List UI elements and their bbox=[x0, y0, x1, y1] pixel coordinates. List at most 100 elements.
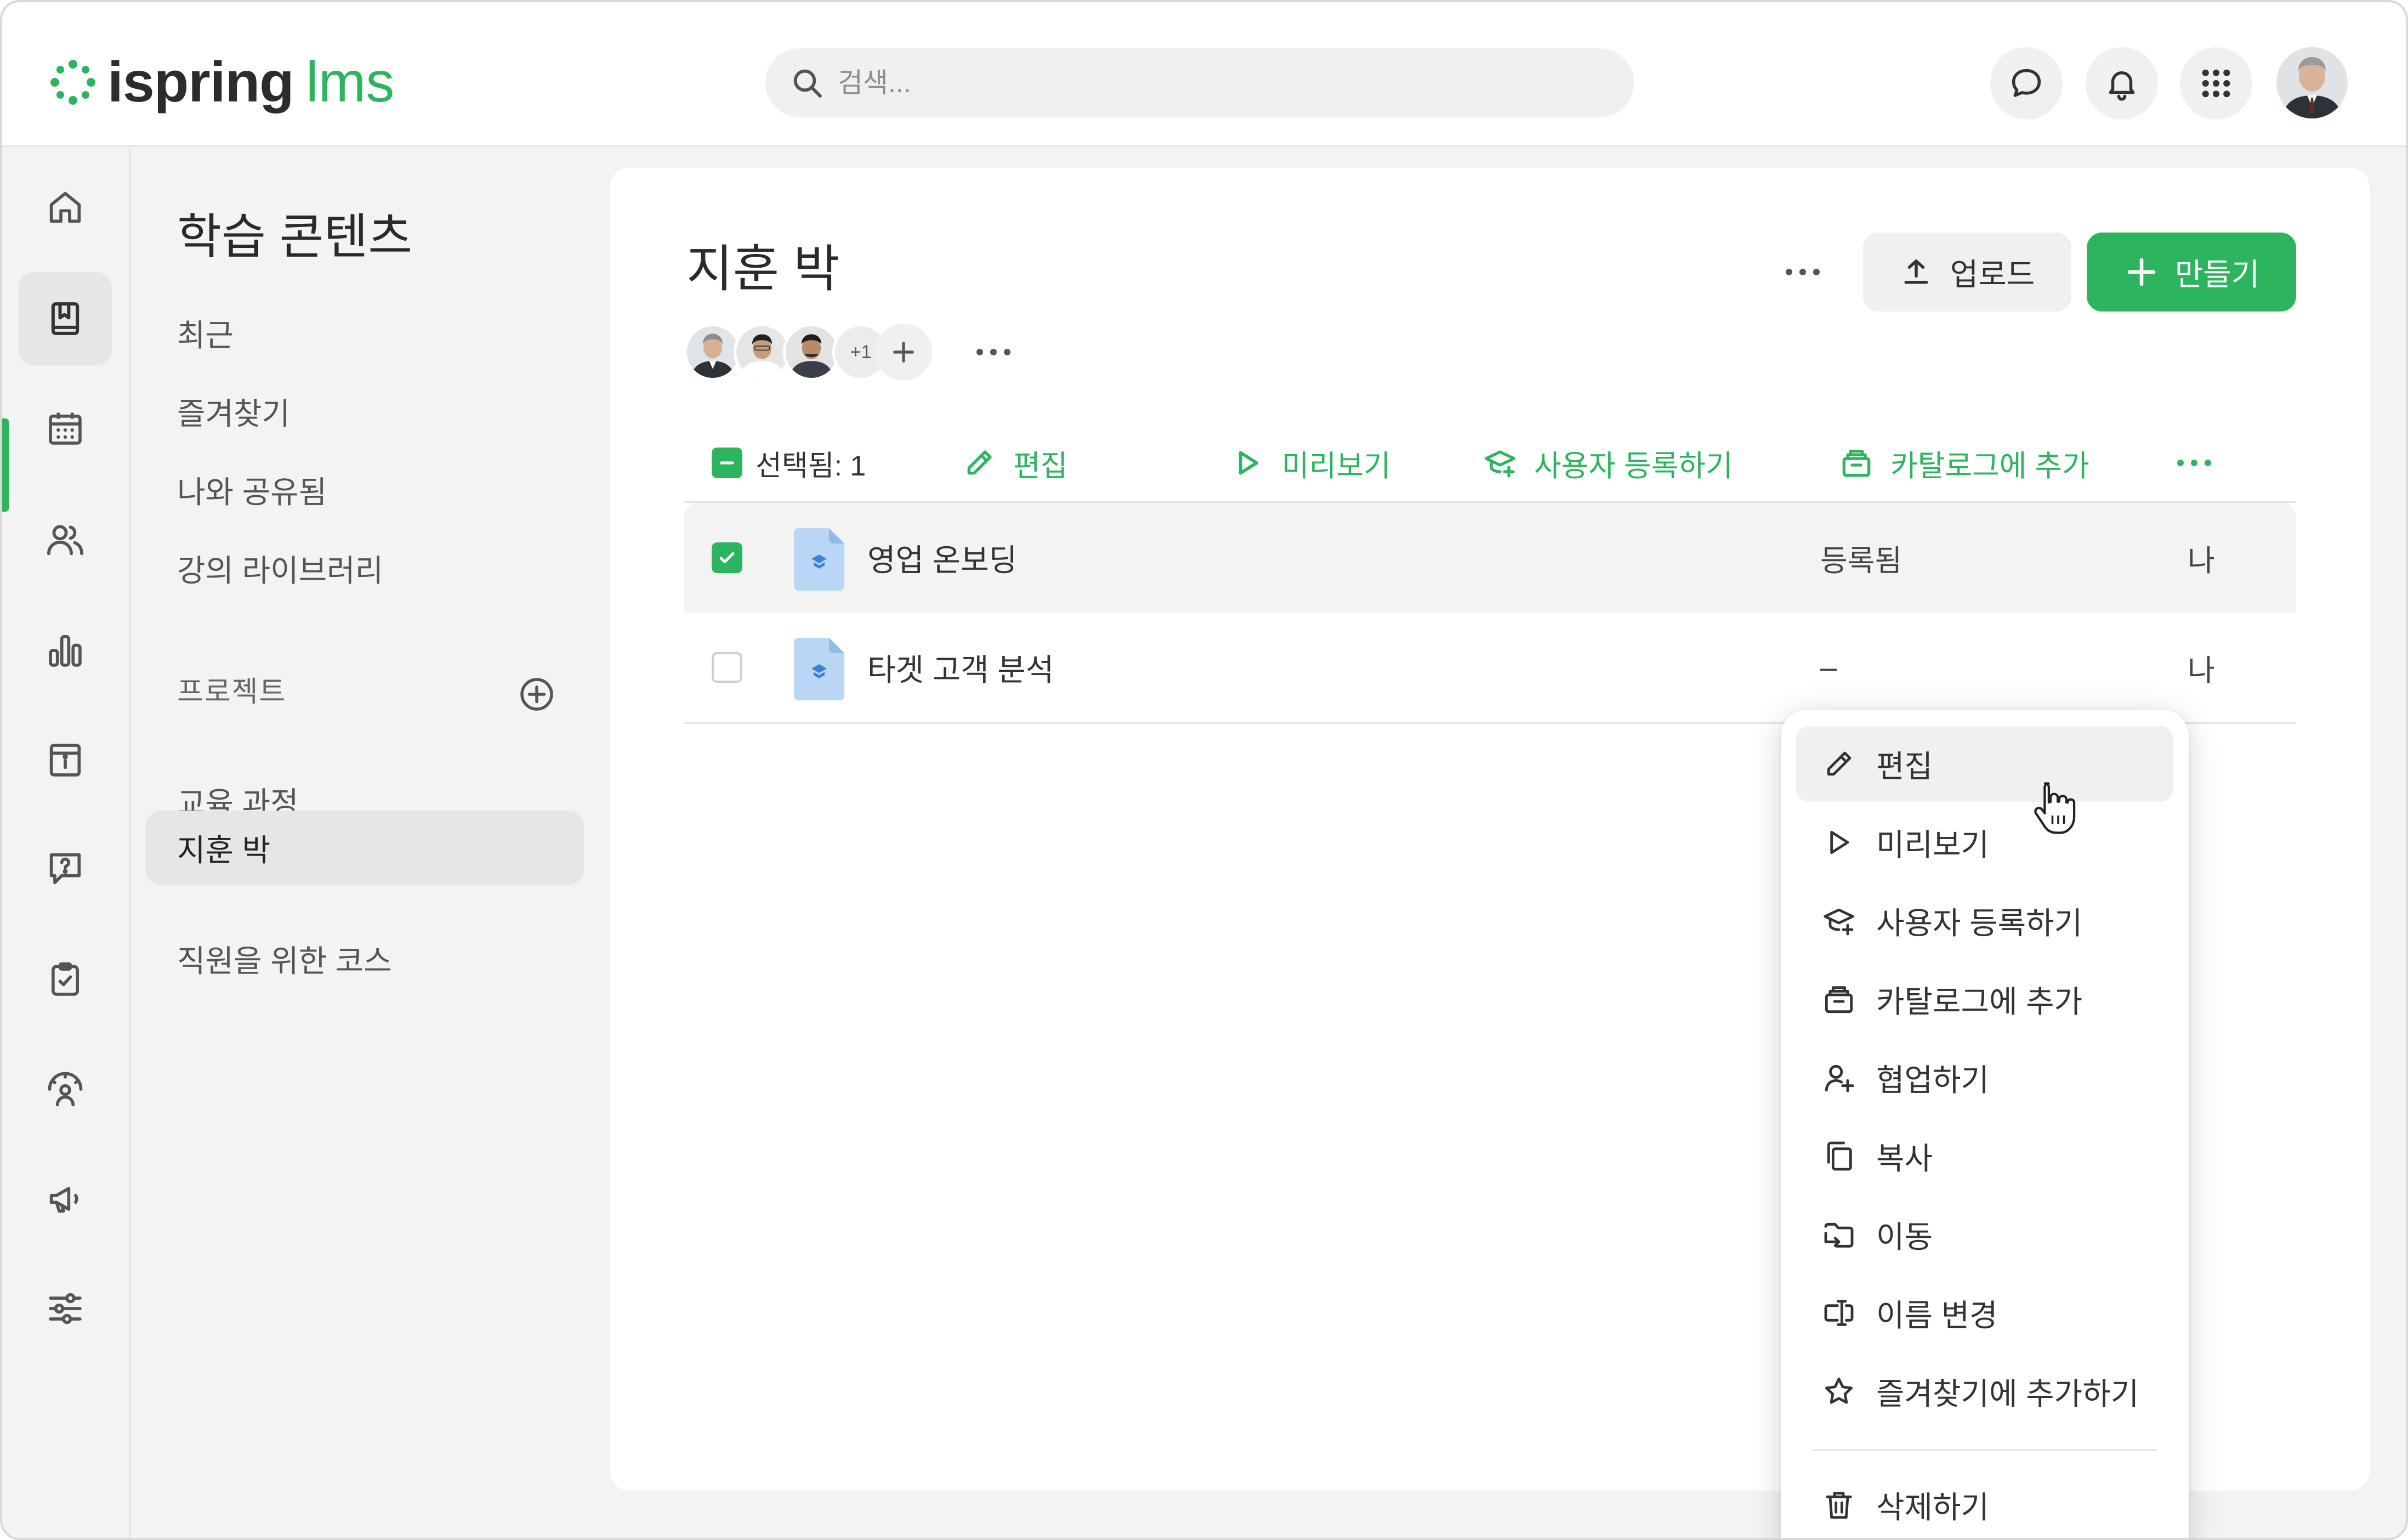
nav-project-employee-courses[interactable]: 직원을 위한 코스 bbox=[145, 921, 584, 996]
course-file-icon bbox=[794, 638, 844, 700]
table-row[interactable]: 타겟 고객 분석 – 나 bbox=[684, 613, 2296, 722]
minus-icon bbox=[720, 461, 734, 465]
collaborators-more-button[interactable] bbox=[972, 330, 1015, 374]
menu-item-add-favorite[interactable]: 즐겨찾기에 추가하기 bbox=[1796, 1354, 2173, 1429]
menu-item-rename[interactable]: 이름 변경 bbox=[1796, 1275, 2173, 1351]
menu-item-label: 카탈로그에 추가 bbox=[1876, 984, 2083, 1019]
menu-item-enroll[interactable]: 사용자 등록하기 bbox=[1796, 883, 2173, 959]
hand-cursor-icon bbox=[2034, 782, 2076, 834]
plus-circle-icon bbox=[520, 678, 553, 711]
megaphone-icon bbox=[49, 1187, 78, 1213]
row-name[interactable]: 타겟 고객 분석 bbox=[867, 613, 1054, 722]
avatar-image bbox=[2276, 47, 2348, 118]
menu-item-label: 미리보기 bbox=[1876, 827, 1990, 862]
info-board-icon bbox=[49, 744, 81, 777]
nav-item-favorites[interactable]: 즐겨찾기 bbox=[145, 374, 584, 449]
bell-icon bbox=[2109, 71, 2135, 101]
question-icon bbox=[49, 853, 81, 885]
rail-calendar[interactable] bbox=[19, 382, 112, 475]
toolbar-preview-button[interactable]: 미리보기 bbox=[1230, 430, 1391, 496]
menu-divider bbox=[1813, 1449, 2157, 1451]
row-name[interactable]: 영업 온보딩 bbox=[867, 503, 1017, 613]
menu-item-add-to-catalog[interactable]: 카탈로그에 추가 bbox=[1796, 961, 2173, 1037]
icon-rail bbox=[2, 149, 130, 1538]
menu-item-label: 즐겨찾기에 추가하기 bbox=[1876, 1376, 2139, 1411]
toolbar-edit-button[interactable]: 편집 bbox=[962, 430, 1067, 496]
rail-questions[interactable] bbox=[19, 822, 112, 915]
menu-item-preview[interactable]: 미리보기 bbox=[1796, 805, 2173, 880]
projects-heading: 프로젝트 bbox=[177, 676, 287, 708]
add-collaborator-button[interactable] bbox=[875, 324, 932, 381]
nav-project-jihoon[interactable]: 지훈 박 bbox=[145, 811, 584, 885]
rail-home[interactable] bbox=[19, 161, 112, 254]
logo-suffix: lms bbox=[305, 50, 395, 114]
content-nav: 학습 콘텐츠 최근 즐겨찾기 나와 공유됨 강의 라이브러리 프로젝트 교육 과… bbox=[132, 149, 598, 1538]
menu-item-delete[interactable]: 삭제하기 bbox=[1796, 1467, 2173, 1538]
nav-item-shared-with-me[interactable]: 나와 공유됨 bbox=[145, 452, 584, 527]
select-all-checkbox[interactable] bbox=[712, 448, 742, 478]
table-row[interactable]: 영업 온보딩 등록됨 나 bbox=[684, 503, 2296, 613]
rail-info-board[interactable] bbox=[19, 714, 112, 807]
toolbar-enroll-button[interactable]: 사용자 등록하기 bbox=[1483, 430, 1733, 496]
toolbar-edit-label: 편집 bbox=[1013, 449, 1068, 483]
menu-item-copy[interactable]: 복사 bbox=[1796, 1118, 2173, 1194]
pencil-icon bbox=[967, 450, 992, 475]
graduation-add-icon bbox=[1824, 908, 1854, 936]
row-checkbox[interactable] bbox=[712, 652, 742, 683]
menu-item-collaborate[interactable]: 협업하기 bbox=[1796, 1040, 2173, 1116]
row-checkbox[interactable] bbox=[712, 542, 742, 573]
menu-item-label: 이름 변경 bbox=[1876, 1298, 1998, 1333]
toolbar-preview-label: 미리보기 bbox=[1282, 449, 1391, 483]
ispring-logo[interactable]: ispring lms bbox=[48, 50, 394, 114]
search-bar[interactable] bbox=[765, 48, 1634, 117]
context-menu: 편집 미리보기 사용자 등록하기 카탈로그에 추가 협업하기 복사 이동 이름 … bbox=[1781, 710, 2189, 1538]
user-add-icon bbox=[1825, 1065, 1854, 1092]
reports-icon bbox=[49, 635, 82, 667]
user-avatar[interactable] bbox=[2276, 47, 2348, 118]
selection-toolbar: 선택됨: 1 편집 미리보기 사용자 등록하기 카탈로그에 추가 bbox=[684, 430, 2296, 496]
rail-settings[interactable] bbox=[19, 1262, 112, 1355]
chat-button[interactable] bbox=[1990, 47, 2063, 120]
active-indicator bbox=[2, 418, 9, 512]
rail-assignments[interactable] bbox=[19, 933, 112, 1026]
avatar[interactable] bbox=[783, 324, 840, 381]
toolbar-more-button[interactable] bbox=[2172, 441, 2216, 485]
menu-item-label: 복사 bbox=[1876, 1141, 1933, 1176]
graduation-add-icon bbox=[1485, 450, 1515, 478]
check-icon bbox=[719, 552, 735, 563]
star-icon bbox=[1825, 1377, 1853, 1404]
toolbar-catalog-label: 카탈로그에 추가 bbox=[1890, 449, 2089, 483]
upload-button[interactable]: 업로드 bbox=[1863, 233, 2071, 312]
menu-item-label: 사용자 등록하기 bbox=[1876, 905, 2083, 941]
menu-item-move[interactable]: 이동 bbox=[1796, 1197, 2173, 1272]
rail-learning-content[interactable] bbox=[19, 272, 112, 365]
add-project-button[interactable] bbox=[515, 672, 559, 716]
rail-reports[interactable] bbox=[19, 604, 112, 697]
notifications-button[interactable] bbox=[2086, 47, 2158, 120]
users-icon bbox=[47, 525, 83, 556]
rail-users[interactable] bbox=[19, 493, 112, 586]
ispring-logo-icon bbox=[50, 60, 95, 105]
avatar[interactable] bbox=[684, 324, 741, 381]
menu-item-label: 삭제하기 bbox=[1876, 1490, 1990, 1525]
course-file-icon bbox=[794, 528, 844, 591]
logo-text: ispring bbox=[107, 50, 294, 114]
pencil-icon bbox=[1827, 751, 1852, 776]
catalog-icon bbox=[1825, 986, 1853, 1014]
nav-item-recent[interactable]: 최근 bbox=[145, 296, 584, 370]
nav-item-course-library[interactable]: 강의 라이브러리 bbox=[145, 531, 584, 605]
avatar[interactable] bbox=[734, 324, 791, 381]
more-dots-icon bbox=[1786, 269, 1820, 275]
page-more-button[interactable] bbox=[1781, 250, 1825, 294]
play-icon bbox=[1239, 451, 1258, 475]
page-title: 지훈 박 bbox=[686, 241, 840, 297]
rail-performance[interactable] bbox=[19, 1043, 112, 1136]
toolbar-catalog-button[interactable]: 카탈로그에 추가 bbox=[1839, 430, 2089, 496]
search-input[interactable] bbox=[838, 67, 1551, 99]
menu-item-edit[interactable]: 편집 bbox=[1796, 726, 2173, 802]
menu-item-label: 협업하기 bbox=[1876, 1062, 1990, 1097]
create-button[interactable]: 만들기 bbox=[2087, 233, 2296, 312]
create-label: 만들기 bbox=[2174, 257, 2260, 292]
apps-button[interactable] bbox=[2180, 47, 2252, 120]
rail-announcements[interactable] bbox=[19, 1152, 112, 1245]
